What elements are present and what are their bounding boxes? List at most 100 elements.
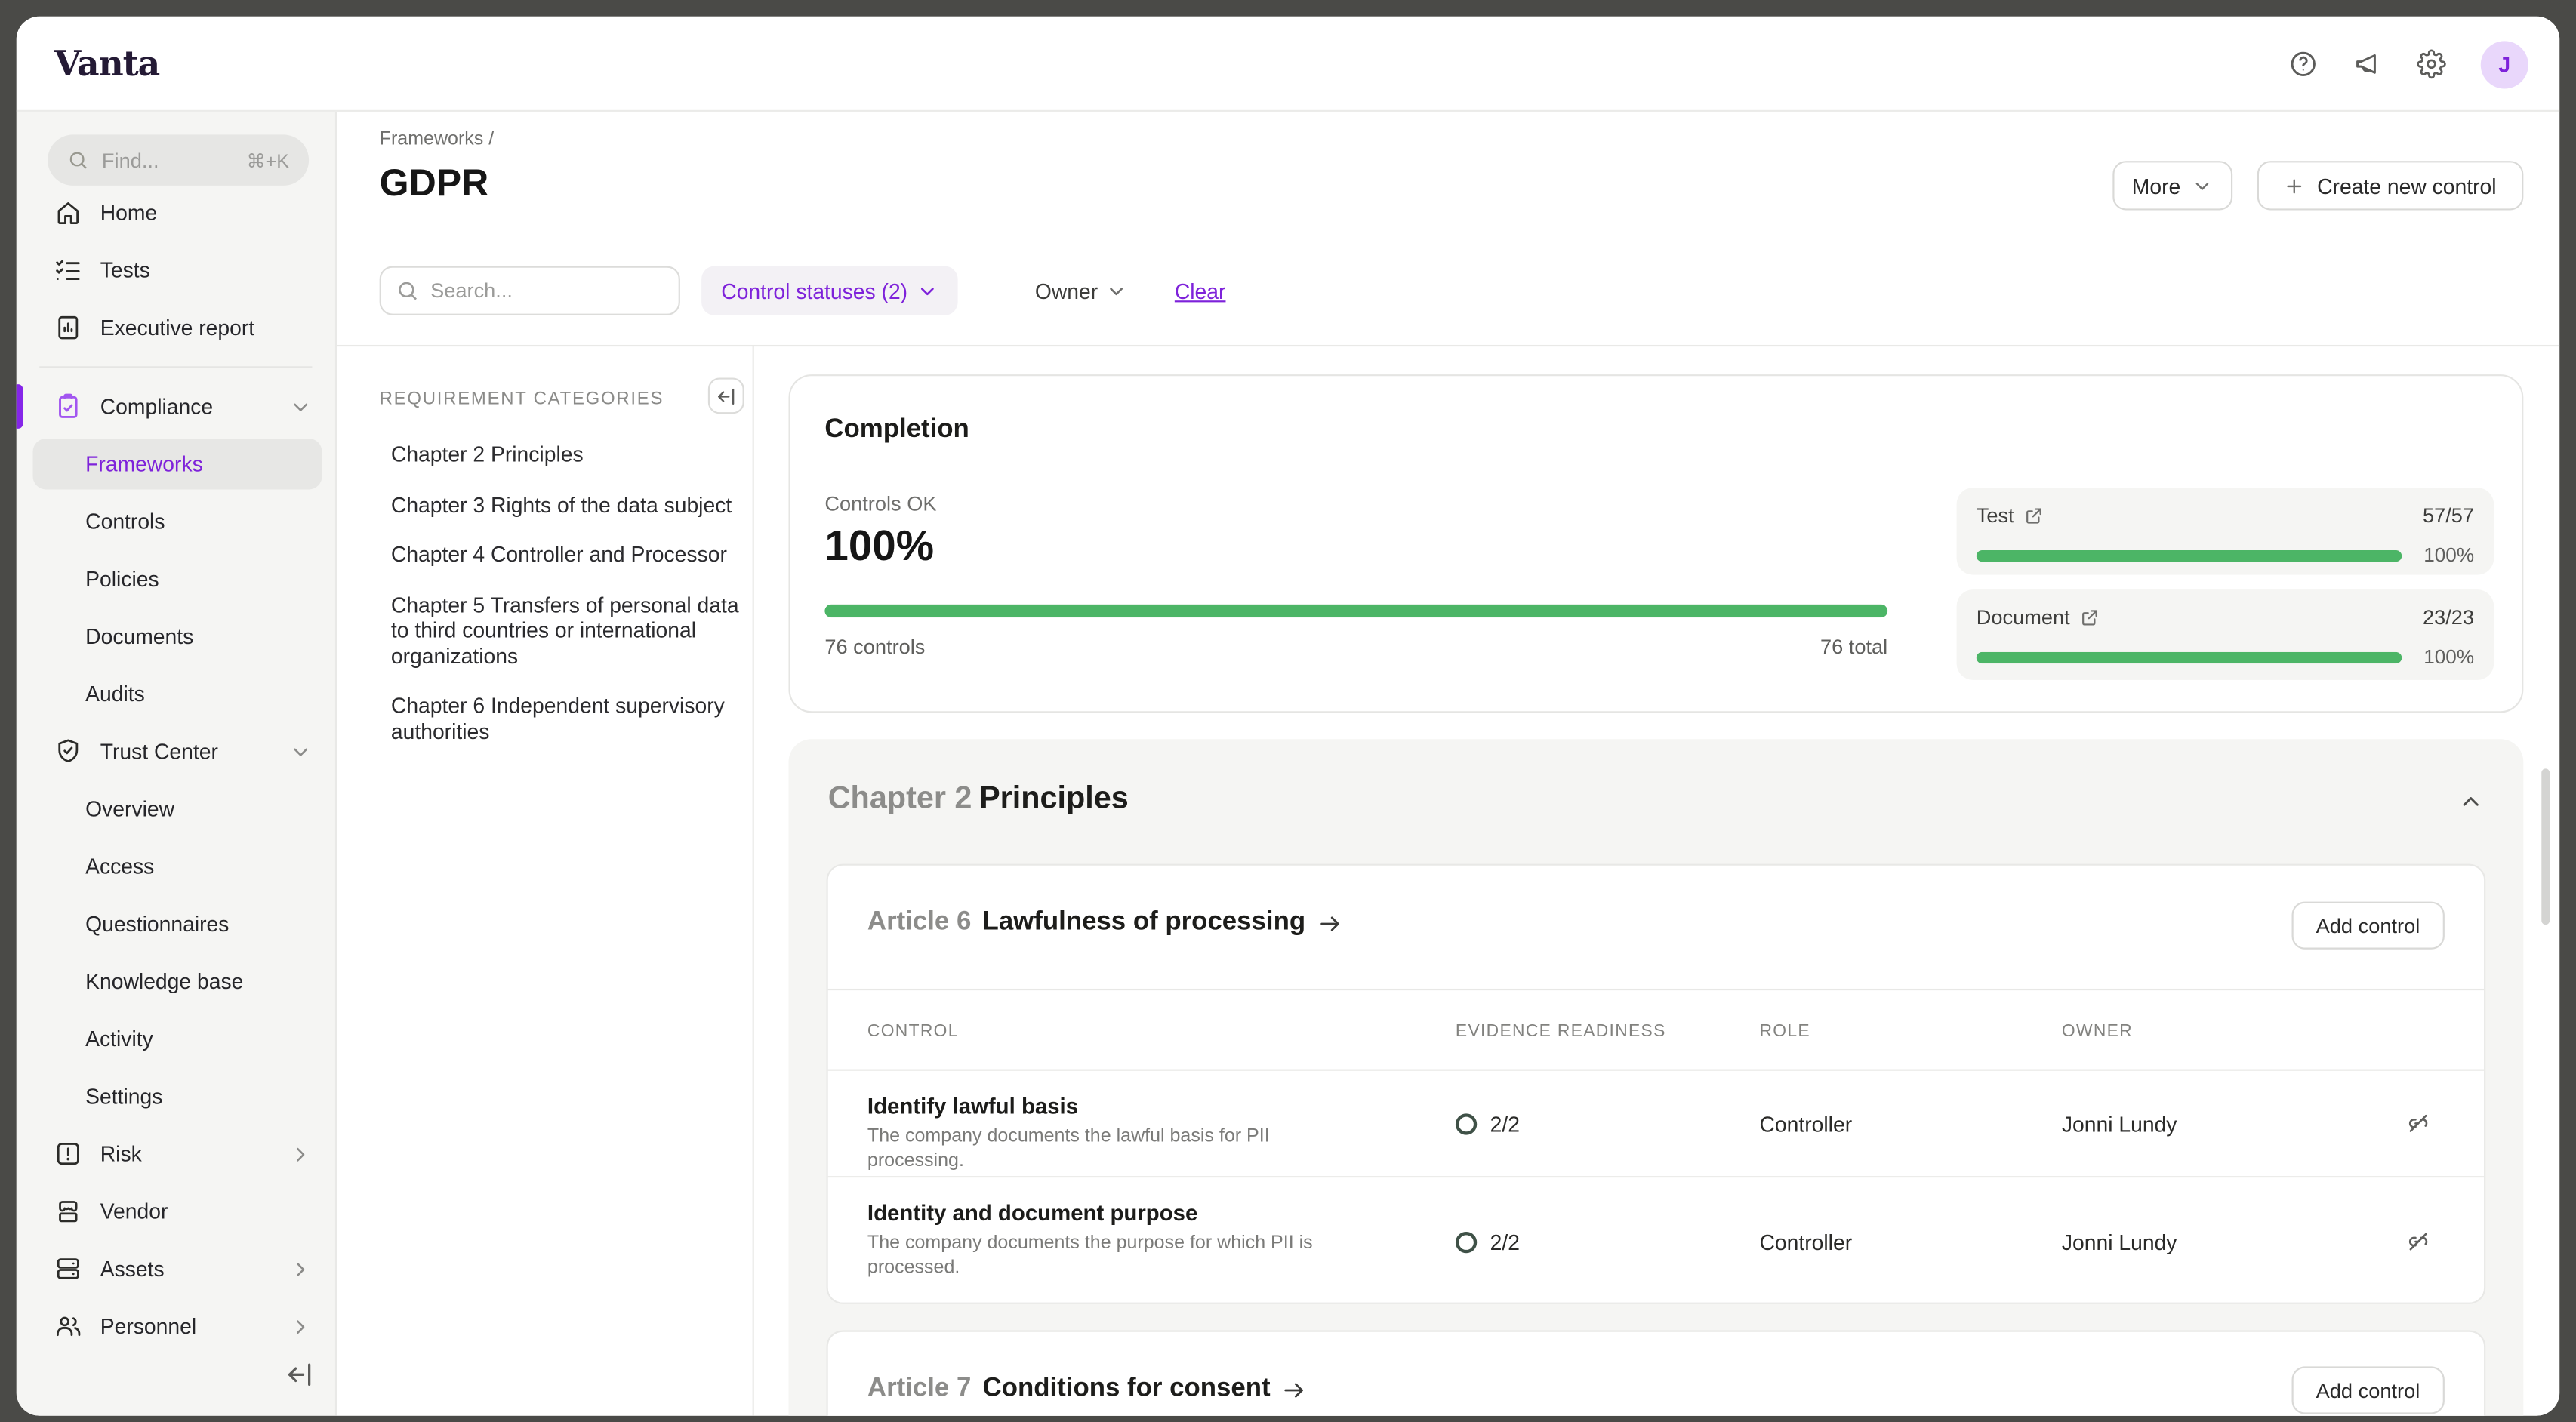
sidebar-search[interactable]: Find... ⌘+K [48,134,309,185]
risk-alert-icon [54,1140,82,1168]
article-6-link[interactable]: Article 6 Lawfulness of processing [867,908,1342,937]
desktop-background: Vanta J Find... ⌘+K Home Tests Ex [0,0,2576,1422]
sidebar-item-label: Policies [85,567,159,592]
sidebar-item-label: Vendor [100,1199,168,1223]
avatar[interactable]: J [2481,40,2528,88]
sidebar-item-label: Knowledge base [85,969,243,994]
table-row[interactable]: Identify lawful basis The company docume… [828,1071,2484,1177]
sidebar-item-label: Documents [85,624,193,649]
unlink-icon[interactable] [2405,1177,2432,1306]
category-item[interactable]: Chapter 6 Independent supervisory author… [391,693,753,743]
sidebar-item-settings[interactable]: Settings [17,1067,335,1125]
scrollbar-thumb[interactable] [2541,768,2550,925]
test-stat-card: Test 57/57 100% [1957,488,2494,574]
controls-search[interactable] [380,266,680,315]
sidebar-item-label: Trust Center [100,739,218,764]
sidebar-item-label: Access [85,854,154,879]
unlink-icon[interactable] [2405,1071,2432,1176]
arrow-right-icon [1317,911,1342,936]
controls-total: 76 total [824,636,1887,658]
chevron-down-icon [2192,175,2213,196]
sidebar-item-vendor[interactable]: Vendor [17,1183,335,1240]
search-icon [67,149,88,171]
arrow-right-icon [1282,1377,1307,1402]
divider [753,345,754,1416]
article-7-link[interactable]: Article 7 Conditions for consent [867,1374,1307,1404]
control-role: Controller [1759,1177,1852,1306]
help-icon[interactable] [2288,49,2318,78]
chapter-prefix: Chapter 2 [828,782,972,817]
sidebar-item-label: Audits [85,682,145,706]
chapter-section: Chapter 2 Principles Article 6 Lawfulnes… [788,739,2523,1416]
categories-collapse-button[interactable] [708,377,744,414]
sidebar-item-label: Activity [85,1026,153,1051]
completion-title: Completion [824,416,969,445]
settings-gear-icon[interactable] [2417,49,2446,78]
clear-filters-link[interactable]: Clear [1175,266,1226,315]
category-item[interactable]: Chapter 2 Principles [391,442,753,467]
plus-icon [2285,175,2306,196]
more-button[interactable]: More [2112,161,2232,210]
sidebar-item-home[interactable]: Home [17,184,335,242]
sidebar-item-controls[interactable]: Controls [17,493,335,550]
evidence-ring-icon [1456,1231,1477,1252]
sidebar: Find... ⌘+K Home Tests Executive report … [17,112,337,1416]
sidebar-item-frameworks[interactable]: Frameworks [33,439,322,489]
sidebar-item-label: Questionnaires [85,912,229,937]
search-input[interactable] [430,279,664,302]
chevron-down-icon [289,395,312,417]
sidebar-item-activity[interactable]: Activity [17,1010,335,1067]
category-item[interactable]: Chapter 4 Controller and Processor [391,542,753,568]
sidebar-item-label: Assets [100,1257,165,1282]
owner-filter[interactable]: Owner [1035,266,1128,315]
column-role: ROLE [1759,990,1810,1073]
requirement-categories-header: REQUIREMENT CATEGORIES [380,381,753,417]
sidebar-item-policies[interactable]: Policies [17,550,335,608]
main-content: Frameworks / GDPR More Create new contro… [337,112,2559,1416]
sidebar-item-label: Tests [100,258,150,283]
sidebar-collapse-icon[interactable] [286,1360,316,1390]
sidebar-item-label: Personnel [100,1314,196,1339]
sidebar-item-label: Risk [100,1141,142,1166]
control-statuses-filter[interactable]: Control statuses (2) [701,266,958,315]
sidebar-item-label: Home [100,200,157,225]
sidebar-item-risk[interactable]: Risk [17,1125,335,1183]
sidebar-item-trust-center[interactable]: Trust Center [17,722,335,780]
test-link[interactable]: Test [1977,504,2044,527]
control-title[interactable]: Identity and document purpose [867,1201,1197,1226]
shield-check-icon [54,737,82,765]
sidebar-divider [39,366,312,368]
sidebar-item-access[interactable]: Access [17,838,335,895]
evidence-count: 2/2 [1490,1230,1520,1254]
chevron-right-icon [289,1315,312,1337]
document-link[interactable]: Document [1977,606,2100,629]
add-control-button[interactable]: Add control [2291,1366,2445,1414]
control-title[interactable]: Identify lawful basis [867,1094,1078,1119]
document-count: 23/23 [2423,606,2474,629]
sidebar-item-audits[interactable]: Audits [17,665,335,722]
sidebar-item-assets[interactable]: Assets [17,1240,335,1297]
breadcrumb[interactable]: Frameworks / [380,130,495,149]
evidence-ring-icon [1456,1113,1477,1134]
sidebar-item-questionnaires[interactable]: Questionnaires [17,895,335,953]
category-item[interactable]: Chapter 5 Transfers of personal data to … [391,592,753,668]
sidebar-item-documents[interactable]: Documents [17,608,335,665]
chevron-up-icon[interactable] [2457,788,2484,814]
sidebar-item-label: Settings [85,1084,162,1109]
create-new-control-button[interactable]: Create new control [2257,161,2524,210]
category-item[interactable]: Chapter 3 Rights of the data subject [391,492,753,518]
table-row[interactable]: Identity and document purpose The compan… [828,1177,2484,1306]
article-7-card: Article 7 Conditions for consent Add con… [827,1331,2486,1416]
sidebar-item-personnel[interactable]: Personnel [17,1297,335,1355]
evidence-count: 2/2 [1490,1111,1520,1136]
sidebar-item-tests[interactable]: Tests [17,242,335,299]
page-title: GDPR [380,161,489,205]
sidebar-item-overview[interactable]: Overview [17,780,335,838]
sidebar-item-executive-report[interactable]: Executive report [17,299,335,356]
sidebar-item-knowledge-base[interactable]: Knowledge base [17,953,335,1010]
sidebar-item-label: Compliance [100,394,213,419]
announcements-icon[interactable] [2353,49,2382,78]
add-control-button[interactable]: Add control [2291,902,2445,950]
document-progress-bar [1977,651,2402,663]
sidebar-item-compliance[interactable]: Compliance [17,377,335,435]
